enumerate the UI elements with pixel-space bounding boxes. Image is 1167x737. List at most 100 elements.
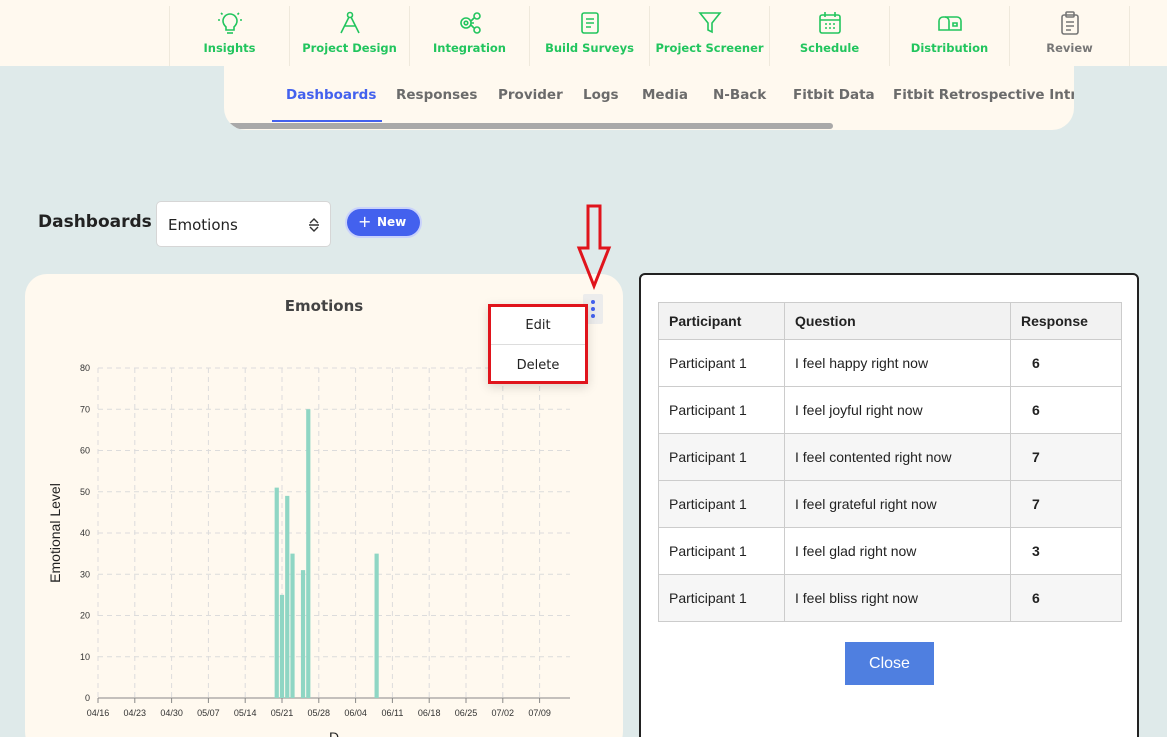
response-cell: 6 — [1010, 339, 1122, 387]
tab-provider[interactable]: Provider — [498, 87, 563, 103]
x-tick-label: 05/28 — [308, 708, 331, 718]
tab-bar: Dashboards Responses Provider Logs Media… — [224, 66, 1074, 130]
mailbox-icon — [937, 16, 962, 31]
x-tick-label: 06/18 — [418, 708, 441, 718]
nav-item-review[interactable]: Review — [1009, 6, 1129, 66]
x-tick-label: 06/11 — [381, 708, 403, 718]
nav-label: Project Screener — [655, 41, 764, 55]
close-button[interactable]: Close — [845, 642, 934, 685]
table-row: Participant 1 I feel bliss right now 6 — [658, 574, 1122, 622]
nav-item-integration[interactable]: Integration — [409, 6, 529, 66]
new-dashboard-button[interactable]: + New — [347, 209, 420, 236]
x-axis-label: D — [329, 729, 339, 737]
table-row: Participant 1 I feel happy right now 6 — [658, 339, 1122, 387]
tab-media[interactable]: Media — [642, 87, 688, 103]
edit-menu-item[interactable]: Edit — [491, 318, 585, 333]
nav-label: Integration — [433, 41, 506, 55]
tab-logs[interactable]: Logs — [583, 87, 619, 103]
table-header-row: Participant Question Response — [658, 302, 1122, 340]
column-header: Response — [1010, 302, 1122, 340]
nav-item-project-screener[interactable]: Project Screener — [649, 6, 769, 66]
x-tick-label: 05/14 — [234, 708, 257, 718]
nav-item-build-surveys[interactable]: Build Surveys — [529, 6, 649, 66]
x-tick-label: 07/02 — [492, 708, 515, 718]
top-nav: Insights Project Design Integration Buil… — [0, 0, 1167, 66]
x-tick-label: 07/09 — [528, 708, 551, 718]
tab-n-back[interactable]: N-Back — [713, 87, 766, 103]
x-tick-label: 06/25 — [455, 708, 478, 718]
down-arrow-annotation-icon — [576, 204, 612, 290]
responses-table: Participant Question Response Participan… — [658, 302, 1122, 622]
nav-item-distribution[interactable]: Distribution — [889, 6, 1009, 66]
gears-icon — [459, 12, 481, 34]
y-tick-label: 60 — [80, 446, 90, 456]
question-cell: I feel joyful right now — [784, 386, 1011, 434]
response-cell: 7 — [1010, 433, 1122, 481]
response-cell: 6 — [1010, 574, 1122, 622]
y-tick-label: 10 — [80, 652, 90, 662]
tab-responses[interactable]: Responses — [396, 87, 477, 103]
dashboards-heading: Dashboards — [38, 212, 152, 232]
filter-icon — [697, 12, 722, 34]
nav-item-schedule[interactable]: Schedule — [769, 6, 889, 66]
delete-menu-item[interactable]: Delete — [491, 358, 585, 373]
nav-label: Build Surveys — [545, 41, 634, 55]
column-header: Question — [784, 302, 1011, 340]
nav-label: Project Design — [302, 41, 397, 55]
tab-dashboards[interactable]: Dashboards — [286, 87, 376, 103]
bar — [279, 594, 285, 698]
question-cell: I feel glad right now — [784, 527, 1011, 575]
table-row: Participant 1 I feel contented right now… — [658, 433, 1122, 481]
plus-icon: + — [358, 212, 372, 231]
column-header: Participant — [658, 302, 785, 340]
lightbulb-icon — [217, 12, 242, 34]
x-tick-label: 04/16 — [87, 708, 110, 718]
x-tick-label: 06/04 — [344, 708, 367, 718]
bar — [300, 570, 306, 698]
nav-item-insights[interactable]: Insights — [169, 6, 289, 66]
bar — [306, 409, 311, 698]
new-button-label: New — [377, 215, 407, 229]
bar — [290, 553, 295, 698]
dashboard-select[interactable]: Emotions — [156, 201, 331, 247]
tab-fitbit-retrospective[interactable]: Fitbit Retrospective Intrad — [893, 87, 1074, 103]
tab-scrollbar[interactable] — [224, 123, 833, 129]
y-tick-label: 20 — [80, 611, 90, 621]
participant-cell: Participant 1 — [658, 480, 785, 528]
y-tick-label: 30 — [80, 569, 90, 579]
response-cell: 6 — [1010, 386, 1122, 434]
table-row: Participant 1 I feel joyful right now 6 — [658, 386, 1122, 434]
select-arrows-icon — [309, 218, 319, 232]
question-cell: I feel grateful right now — [784, 480, 1011, 528]
tab-fitbit-data[interactable]: Fitbit Data — [793, 87, 875, 103]
menu-divider — [491, 344, 585, 345]
nav-label: Review — [1046, 41, 1093, 55]
dashboard-options-menu: Edit Delete — [488, 304, 588, 384]
document-icon — [580, 12, 599, 34]
nav-label: Insights — [203, 41, 256, 55]
nav-label: Schedule — [799, 41, 860, 55]
participant-cell: Participant 1 — [658, 386, 785, 434]
compass-icon — [339, 11, 360, 34]
question-cell: I feel bliss right now — [784, 574, 1011, 622]
active-tab-indicator — [272, 120, 382, 122]
participant-cell: Participant 1 — [658, 433, 785, 481]
response-cell: 3 — [1010, 527, 1122, 575]
nav-item-more[interactable] — [1129, 6, 1167, 66]
dashboard-select-value: Emotions — [168, 216, 238, 234]
calendar-icon — [818, 12, 841, 34]
bar — [285, 495, 290, 698]
y-axis-label: Emotional Level — [47, 483, 63, 583]
clipboard-icon — [1060, 11, 1079, 35]
y-tick-label: 0 — [85, 693, 90, 703]
nav-label: Distribution — [910, 41, 989, 55]
y-tick-label: 70 — [80, 404, 90, 414]
bar — [374, 553, 379, 698]
x-tick-label: 05/07 — [197, 708, 220, 718]
participant-cell: Participant 1 — [658, 574, 785, 622]
question-cell: I feel contented right now — [784, 433, 1011, 481]
x-tick-label: 05/21 — [271, 708, 294, 718]
table-row: Participant 1 I feel grateful right now … — [658, 480, 1122, 528]
table-row: Participant 1 I feel glad right now 3 — [658, 527, 1122, 575]
nav-item-project-design[interactable]: Project Design — [289, 6, 409, 66]
